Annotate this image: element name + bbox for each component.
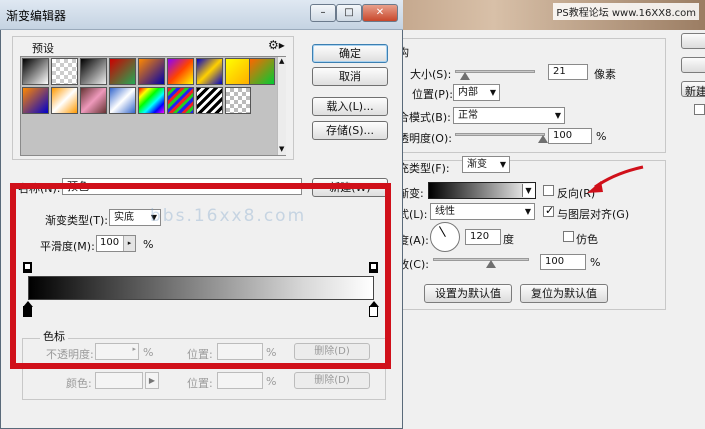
opacity-unit: % [596, 130, 607, 143]
preset-swatch[interactable] [80, 58, 107, 85]
size-slider-thumb[interactable] [460, 72, 470, 80]
fill-type-select[interactable]: 渐变 ▼ [462, 156, 510, 173]
preset-swatch[interactable] [109, 58, 136, 85]
color-location-input[interactable] [217, 372, 263, 389]
opacity-input[interactable]: 100 [548, 128, 592, 144]
minimize-button[interactable]: – [310, 4, 336, 22]
reverse-checkbox[interactable] [543, 185, 554, 196]
color-location-label: 位置: [187, 377, 213, 390]
preset-swatch[interactable] [225, 87, 251, 114]
scale-input[interactable]: 100 [540, 254, 586, 270]
red-highlight-annotation [10, 183, 391, 369]
size-input[interactable]: 21 [548, 64, 588, 80]
chevron-down-icon: ▼ [524, 207, 531, 216]
fill-type-value: 渐变 [467, 159, 487, 170]
dialog-title: 渐变编辑器 [6, 9, 67, 23]
blend-mode-select[interactable]: 正常 ▼ [453, 107, 565, 124]
gear-icon[interactable]: ⚙▸ [268, 38, 285, 52]
chevron-right-icon[interactable]: ▶ [145, 372, 159, 389]
save-button[interactable]: 存储(S)... [312, 121, 388, 140]
preset-swatch[interactable] [167, 87, 194, 114]
position-label: 位置(P): [412, 88, 453, 101]
preset-swatch[interactable] [22, 58, 49, 85]
scale-slider-track[interactable] [433, 258, 529, 261]
scale-unit: % [590, 256, 601, 269]
fill-type-label: 充类型(F): [398, 162, 450, 175]
preset-swatch[interactable] [138, 58, 165, 85]
stop-color-swatch[interactable] [95, 372, 143, 389]
preset-swatch[interactable] [109, 87, 136, 114]
chevron-down-icon[interactable]: ▼ [522, 184, 534, 197]
scroll-down-icon[interactable]: ▼ [279, 145, 284, 153]
preset-swatch[interactable] [196, 87, 223, 114]
new-style-button[interactable]: 新建 [681, 81, 705, 97]
cancel-button[interactable]: 取消 [312, 67, 388, 86]
scale-slider-thumb[interactable] [486, 260, 496, 268]
style-value: 线性 [435, 206, 455, 217]
color-location-unit: % [266, 375, 277, 388]
align-with-layer-checkbox[interactable] [543, 204, 554, 217]
close-button[interactable]: ✕ [362, 4, 398, 22]
preset-swatch[interactable] [22, 87, 49, 114]
size-unit: 像素 [594, 68, 616, 81]
opacity-slider-track[interactable] [455, 133, 545, 136]
blend-mode-value: 正常 [458, 110, 478, 121]
ok-button-right[interactable] [681, 33, 705, 49]
angle-needle [439, 226, 446, 237]
dither-label: 仿色 [576, 233, 598, 246]
set-default-button[interactable]: 设置为默认值 [424, 284, 512, 303]
opacity-label: 透明度(O): [398, 132, 452, 145]
preset-swatch[interactable] [167, 58, 194, 85]
delete-color-stop-button[interactable]: 删除(D) [294, 372, 370, 389]
angle-unit: 度 [503, 233, 514, 246]
new-style-label: 新建 [685, 85, 705, 97]
align-with-layer-label: 与图层对齐(G) [557, 208, 630, 221]
preview-checkbox[interactable] [694, 104, 705, 115]
maximize-button[interactable]: □ [336, 4, 362, 22]
gradient-preview[interactable]: ▼ [428, 182, 536, 199]
preset-swatch[interactable] [249, 58, 275, 85]
opacity-slider-thumb[interactable] [538, 135, 548, 143]
chevron-down-icon: ▼ [499, 160, 506, 169]
size-label: 大小(S): [410, 68, 452, 81]
red-arrow-annotation [587, 165, 644, 193]
dither-checkbox[interactable] [563, 231, 574, 242]
preset-swatch[interactable] [196, 58, 223, 85]
chevron-down-icon: ▼ [489, 88, 496, 97]
preset-swatch[interactable] [225, 58, 252, 85]
chevron-down-icon: ▼ [554, 111, 561, 120]
angle-dial[interactable] [430, 222, 460, 252]
stop-color-label: 颜色: [66, 377, 92, 390]
preset-swatch[interactable] [138, 87, 165, 114]
presets-label: 预设 [32, 42, 54, 55]
reset-default-button[interactable]: 复位为默认值 [520, 284, 608, 303]
blend-mode-label: 合模式(B): [398, 111, 451, 124]
style-select[interactable]: 线性 ▼ [430, 203, 535, 220]
site-watermark: PS教程论坛 www.16XX8.com [553, 3, 699, 20]
presets-scrollbar[interactable]: ▲ ▼ [277, 57, 286, 155]
position-value: 内部 [458, 87, 478, 98]
ok-button[interactable]: 确定 [312, 44, 388, 63]
angle-input[interactable]: 120 [465, 229, 501, 245]
preset-swatch[interactable] [80, 87, 107, 114]
load-button[interactable]: 载入(L)... [312, 97, 388, 116]
scroll-up-icon[interactable]: ▲ [279, 57, 284, 65]
preset-swatch[interactable] [51, 58, 78, 85]
cancel-button-right[interactable] [681, 57, 705, 73]
preset-swatch[interactable] [51, 87, 78, 114]
position-select[interactable]: 内部 ▼ [453, 84, 500, 101]
